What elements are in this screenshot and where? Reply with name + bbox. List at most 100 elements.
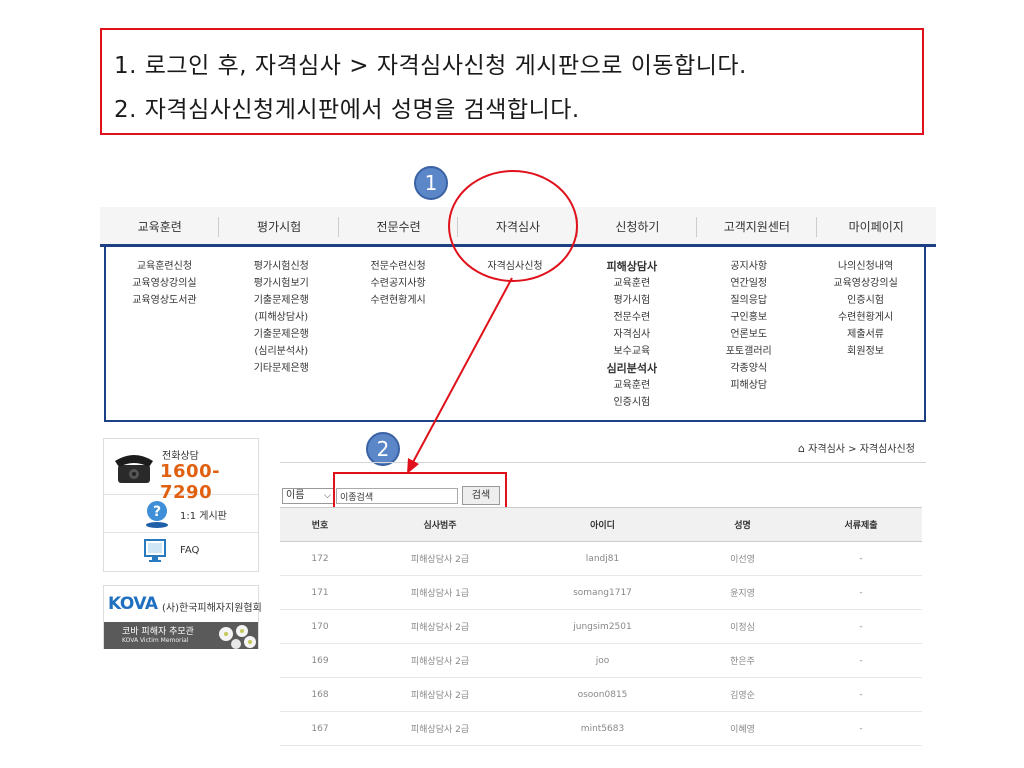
divider	[280, 462, 926, 463]
row-category[interactable]: 피해상담사 2급	[360, 643, 520, 678]
row-category[interactable]: 피해상담사 1급	[360, 575, 520, 610]
row-number: 170	[280, 609, 360, 644]
sidebar-help-box: 전화상담 1600-7290 ? 1:1 게시판 FAQ	[103, 438, 259, 572]
menu-item[interactable]: 언론보도	[690, 326, 807, 343]
row-user-id: joo	[520, 643, 685, 678]
column-header[interactable]: 번호	[280, 507, 360, 542]
sidebar-item-faq[interactable]: FAQ	[104, 533, 258, 571]
step-marker-1: 1	[414, 166, 448, 200]
menu-item[interactable]: 포토갤러리	[690, 343, 807, 360]
menu-item[interactable]: 보수교육	[573, 343, 690, 360]
menu-col-mypage: 나의신청내역 교육영상강의실 인증시험 수련현황게시 제출서류 회원정보	[807, 247, 924, 420]
home-icon[interactable]: ⌂	[798, 442, 805, 455]
column-header[interactable]: 아이디	[520, 507, 685, 542]
menu-item[interactable]: 교육영상강의실	[807, 275, 924, 292]
menu-item[interactable]: 인증시험	[807, 292, 924, 309]
chevron-down-icon: ⌵	[324, 491, 331, 501]
memorial-title: 코바 피해자 추모관	[122, 627, 194, 637]
table-row[interactable]: 167 피해상담사 2급 mint5683 이혜영 -	[280, 711, 922, 746]
row-category[interactable]: 피해상담사 2급	[360, 541, 520, 576]
row-user-id: somang1717	[520, 575, 685, 610]
menu-item[interactable]: 제출서류	[807, 326, 924, 343]
menu-item[interactable]: 나의신청내역	[807, 258, 924, 275]
column-header[interactable]: 심사범주	[360, 507, 520, 542]
row-number: 171	[280, 575, 360, 610]
menu-item[interactable]: (심리분석사)	[223, 343, 340, 360]
table-row[interactable]: 171 피해상담사 1급 somang1717 윤지영 -	[280, 575, 922, 610]
menu-item[interactable]: 피해상담	[690, 377, 807, 394]
instruction-line-2: 2. 자격심사신청게시판에서 성명을 검색합니다.	[114, 97, 580, 123]
menu-item[interactable]: 수련현황게시	[807, 309, 924, 326]
nav-training[interactable]: 전문수련	[339, 207, 459, 244]
menu-col-support: 공지사항 연간일정 질의응답 구인홍보 언론보도 포토갤러리 각종양식 피해상담	[690, 247, 807, 420]
highlight-circle	[448, 170, 578, 282]
row-documents: -	[800, 609, 922, 644]
menu-item[interactable]: 각종양식	[690, 360, 807, 377]
nav-support[interactable]: 고객지원센터	[697, 207, 817, 244]
sidebar-item-label: FAQ	[180, 545, 200, 556]
menu-item[interactable]: 교육영상강의실	[106, 275, 223, 292]
nav-mypage[interactable]: 마이페이지	[817, 207, 936, 244]
menu-item[interactable]: 회원정보	[807, 343, 924, 360]
kova-org-name: (사)한국피해자지원협회	[162, 603, 262, 614]
menu-group-heading: 피해상담사	[606, 260, 658, 273]
menu-item[interactable]: 기출문제은행	[223, 292, 340, 309]
menu-item[interactable]: 교육훈련신청	[106, 258, 223, 275]
row-name: 김영순	[685, 677, 800, 712]
row-user-id: landj81	[520, 541, 685, 576]
menu-item[interactable]: 수련현황게시	[340, 292, 457, 309]
row-documents: -	[800, 541, 922, 576]
table-row[interactable]: 169 피해상담사 2급 joo 한은주 -	[280, 643, 922, 678]
breadcrumb-text[interactable]: 자격심사 > 자격심사신청	[808, 444, 915, 455]
row-category[interactable]: 피해상담사 2급	[360, 677, 520, 712]
menu-item[interactable]: 수련공지사항	[340, 275, 457, 292]
step-marker-2: 2	[366, 432, 400, 466]
row-number: 172	[280, 541, 360, 576]
column-header[interactable]: 성명	[685, 507, 800, 542]
row-number: 168	[280, 677, 360, 712]
menu-item[interactable]: 전문수련신청	[340, 258, 457, 275]
search-field-select[interactable]: 이름 ⌵	[282, 488, 334, 504]
kova-logo: KOVA	[108, 594, 158, 614]
menu-col-education: 교육훈련신청 교육영상강의실 교육영상도서관	[106, 247, 223, 420]
menu-item[interactable]: 기출문제은행	[223, 326, 340, 343]
menu-item[interactable]: 교육영상도서관	[106, 292, 223, 309]
menu-item[interactable]: 기타문제은행	[223, 360, 340, 377]
menu-item[interactable]: 평가시험	[573, 292, 690, 309]
row-documents: -	[800, 575, 922, 610]
menu-item[interactable]: 질의응답	[690, 292, 807, 309]
kova-memorial: 코바 피해자 추모관 KOVA Victim Memorial	[104, 622, 258, 649]
phone-consult[interactable]: 전화상담 1600-7290	[104, 439, 258, 503]
row-name: 한은주	[685, 643, 800, 678]
menu-item[interactable]: 인증시험	[573, 394, 690, 411]
table-header-row: 번호 심사범주 아이디 성명 서류제출	[280, 507, 922, 542]
sidebar-item-board[interactable]: ? 1:1 게시판	[104, 495, 258, 533]
row-user-id: jungsim2501	[520, 609, 685, 644]
menu-item[interactable]: 평가시험신청	[223, 258, 340, 275]
table-row[interactable]: 170 피해상담사 2급 jungsim2501 이정심 -	[280, 609, 922, 644]
nav-apply[interactable]: 신청하기	[578, 207, 698, 244]
sidebar-item-label: 1:1 게시판	[180, 511, 227, 522]
menu-item[interactable]: 연간일정	[690, 275, 807, 292]
nav-evaluation[interactable]: 평가시험	[219, 207, 340, 244]
menu-item[interactable]: 평가시험보기	[223, 275, 340, 292]
row-category[interactable]: 피해상담사 2급	[360, 711, 520, 746]
menu-item[interactable]: 전문수련	[573, 309, 690, 326]
table-row[interactable]: 172 피해상담사 2급 landj81 이선영 -	[280, 541, 922, 576]
menu-item[interactable]: (피해상담사)	[223, 309, 340, 326]
menu-group-heading: 심리분석사	[606, 362, 658, 375]
row-user-id: osoon0815	[520, 677, 685, 712]
table-row[interactable]: 168 피해상담사 2급 osoon0815 김영순 -	[280, 677, 922, 712]
menu-col-training: 전문수련신청 수련공지사항 수련현황게시	[340, 247, 457, 420]
menu-item[interactable]: 자격심사	[573, 326, 690, 343]
menu-col-apply: 피해상담사 교육훈련 평가시험 전문수련 자격심사 보수교육 심리분석사 교육훈…	[573, 247, 690, 420]
row-category[interactable]: 피해상담사 2급	[360, 609, 520, 644]
menu-item[interactable]: 공지사항	[690, 258, 807, 275]
column-header[interactable]: 서류제출	[800, 507, 922, 542]
menu-item[interactable]: 교육훈련	[573, 377, 690, 394]
nav-education[interactable]: 교육훈련	[100, 207, 220, 244]
kova-banner[interactable]: KOVA (사)한국피해자지원협회 코바 피해자 추모관 KOVA Victim…	[103, 585, 262, 649]
row-documents: -	[800, 643, 922, 678]
menu-item[interactable]: 구인홍보	[690, 309, 807, 326]
menu-item[interactable]: 교육훈련	[573, 275, 690, 292]
